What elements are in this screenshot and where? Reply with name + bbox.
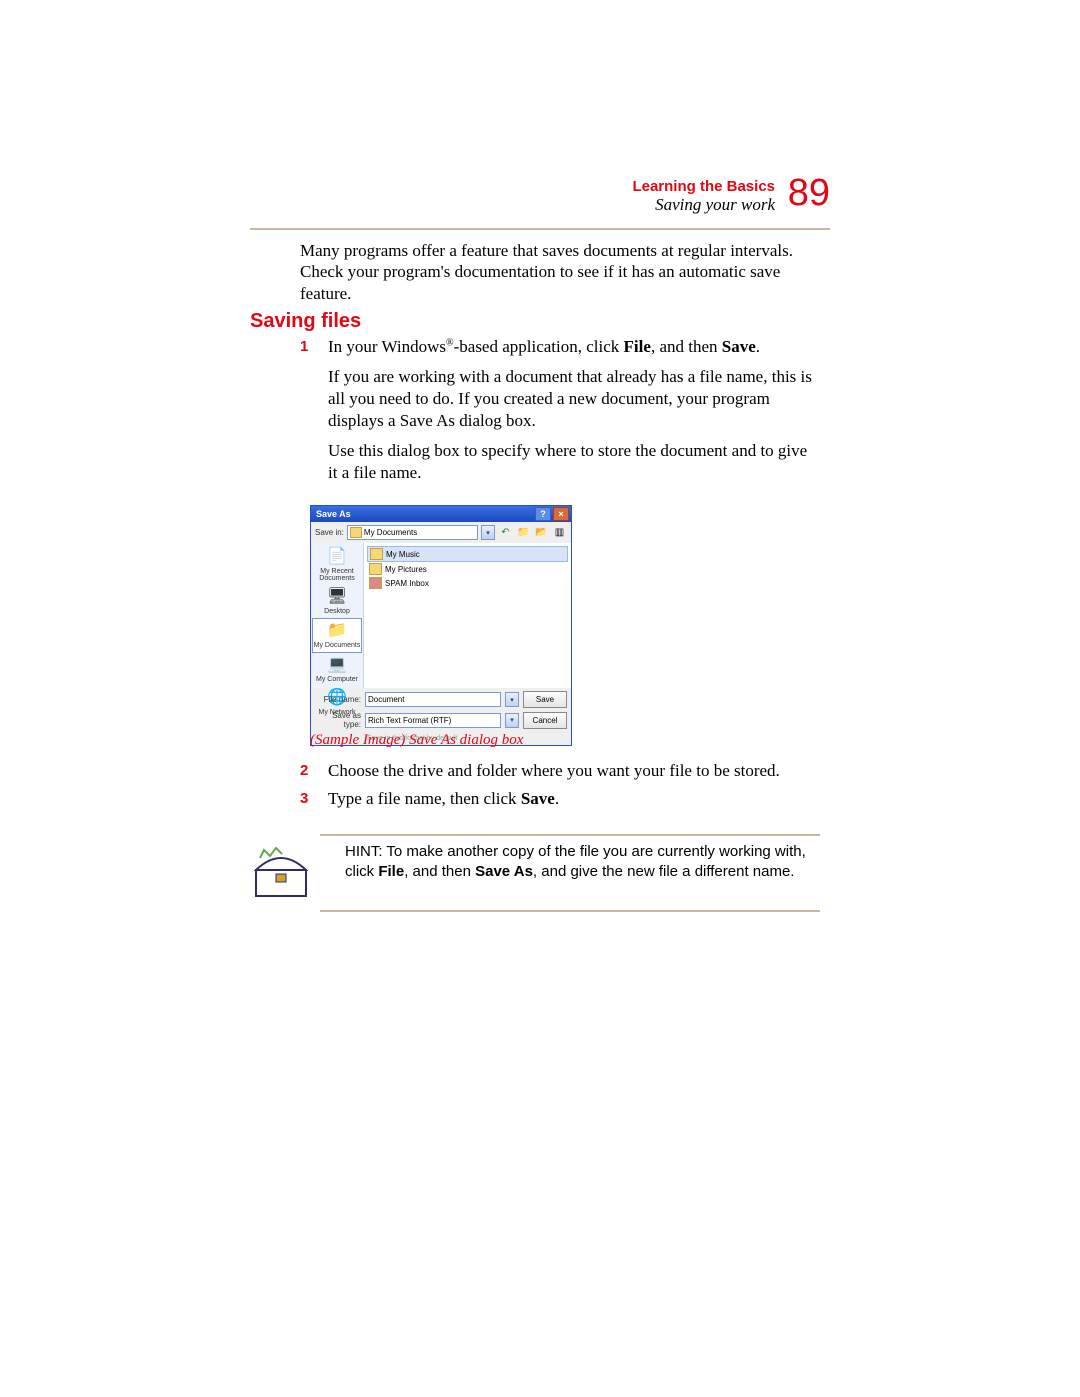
- chapter-title: Learning the Basics: [632, 178, 775, 195]
- place-label: Desktop: [324, 608, 350, 615]
- filename-input[interactable]: Document: [365, 692, 501, 707]
- caption-text: Sample Image) Save As dialog box: [315, 732, 523, 748]
- file-name: My Music: [386, 550, 420, 559]
- place-mycomputer[interactable]: 💻 My Computer: [313, 653, 361, 686]
- folder-icon: [350, 527, 362, 538]
- file-name: My Pictures: [385, 565, 427, 574]
- file-name: SPAM Inbox: [385, 579, 429, 588]
- saveastype-value: Rich Text Format (RTF): [368, 716, 451, 725]
- folder-icon: [369, 563, 382, 575]
- step-2: 2 Choose the drive and folder where you …: [300, 760, 820, 782]
- text: , and then: [651, 337, 722, 356]
- step-list-upper: 1 In your Windows®-based application, cl…: [300, 336, 820, 499]
- chevron-down-icon[interactable]: ▾: [481, 525, 495, 540]
- figure-caption: (Sample Image) Save As dialog box: [310, 732, 523, 749]
- cancel-button[interactable]: Cancel: [523, 712, 567, 729]
- page-number: 89: [788, 172, 830, 215]
- save-label: Save: [722, 337, 756, 356]
- step-1: 1 In your Windows®-based application, cl…: [300, 336, 820, 493]
- dialog-toolbar: Save in: My Documents ▾ ↶ 📁 📂 ▥: [311, 522, 571, 543]
- desktop-icon: 🖥: [326, 588, 348, 606]
- hint-divider-bottom: [320, 910, 820, 912]
- step-number: 3: [300, 788, 328, 810]
- places-bar: 📄 My Recent Documents 🖥 Desktop 📁 My Doc…: [311, 543, 364, 688]
- hint-treasure-icon: [250, 840, 312, 902]
- dialog-body: 📄 My Recent Documents 🖥 Desktop 📁 My Doc…: [311, 543, 571, 688]
- registered-symbol: ®: [446, 337, 454, 348]
- step-number: 1: [300, 336, 328, 493]
- up-one-level-icon[interactable]: 📁: [516, 525, 531, 540]
- hint-text: HINT: To make another copy of the file y…: [345, 842, 810, 881]
- list-item[interactable]: My Pictures: [367, 562, 568, 576]
- intro-paragraph: Many programs offer a feature that saves…: [300, 240, 820, 304]
- folder-icon: [370, 548, 383, 560]
- step-number: 2: [300, 760, 328, 782]
- step-body: In your Windows®-based application, clic…: [328, 336, 820, 493]
- step-body: Type a file name, then click Save.: [328, 788, 559, 810]
- list-item[interactable]: My Music: [367, 546, 568, 562]
- step-3: 3 Type a file name, then click Save.: [300, 788, 820, 810]
- save-button[interactable]: Save: [523, 691, 567, 708]
- text: , and give the new file a different name…: [533, 863, 795, 880]
- filename-label: File name:: [315, 695, 361, 704]
- back-icon[interactable]: ↶: [498, 525, 513, 540]
- place-desktop[interactable]: 🖥 Desktop: [313, 585, 361, 618]
- text: , and then: [404, 863, 475, 880]
- text: .: [555, 789, 559, 808]
- place-label: My Recent Documents: [319, 568, 354, 582]
- file-menu-label: File: [624, 337, 651, 356]
- file-menu-label: File: [378, 863, 404, 880]
- my-computer-icon: 💻: [326, 656, 348, 674]
- saveastype-label: Save as type:: [315, 711, 361, 729]
- save-label: Save: [521, 789, 555, 808]
- section-heading: Saving files: [250, 310, 361, 333]
- close-icon[interactable]: ×: [553, 507, 569, 521]
- step-1-p3: Use this dialog box to specify where to …: [328, 440, 820, 484]
- text: .: [756, 337, 760, 356]
- views-icon[interactable]: ▥: [552, 525, 567, 540]
- save-as-dialog-image: Save As ? × Save in: My Documents ▾ ↶ 📁 …: [310, 505, 572, 746]
- savein-value: My Documents: [364, 528, 417, 537]
- text: In your Windows: [328, 337, 446, 356]
- place-label: My Computer: [316, 676, 358, 683]
- header-divider: [250, 228, 830, 230]
- place-mydocuments[interactable]: 📁 My Documents: [312, 618, 362, 653]
- place-label: My Documents: [314, 642, 361, 649]
- saveastype-select[interactable]: Rich Text Format (RTF): [365, 713, 501, 728]
- step-body: Choose the drive and folder where you wa…: [328, 760, 780, 782]
- section-subtitle: Saving your work: [632, 195, 775, 215]
- chevron-down-icon[interactable]: ▾: [505, 713, 519, 728]
- document-page: Learning the Basics Saving your work 89 …: [0, 0, 1080, 1397]
- file-list[interactable]: My Music My Pictures SPAM Inbox: [364, 543, 571, 688]
- dialog-titlebar: Save As ? ×: [311, 506, 571, 522]
- step-1-p2: If you are working with a document that …: [328, 366, 820, 432]
- hint-divider-top: [320, 834, 820, 836]
- my-documents-icon: 📁: [326, 622, 348, 640]
- save-as-dialog: Save As ? × Save in: My Documents ▾ ↶ 📁 …: [310, 505, 572, 746]
- page-header: Learning the Basics Saving your work: [632, 178, 775, 215]
- new-folder-icon[interactable]: 📂: [534, 525, 549, 540]
- step-list-lower: 2 Choose the drive and folder where you …: [300, 760, 820, 816]
- dialog-title: Save As: [313, 509, 533, 519]
- dialog-footer: File name: Document ▾ Save Save as type:…: [311, 688, 571, 735]
- saveas-label: Save As: [475, 863, 533, 880]
- savein-combo[interactable]: My Documents: [347, 525, 478, 540]
- place-recent[interactable]: 📄 My Recent Documents: [313, 545, 361, 585]
- help-icon[interactable]: ?: [535, 507, 551, 521]
- folder-icon: [369, 577, 382, 589]
- savein-label: Save in:: [315, 528, 344, 537]
- list-item[interactable]: SPAM Inbox: [367, 576, 568, 590]
- chevron-down-icon[interactable]: ▾: [505, 692, 519, 707]
- text: -based application, click: [454, 337, 624, 356]
- filename-value: Document: [368, 695, 404, 704]
- recent-documents-icon: 📄: [326, 548, 348, 566]
- text: Type a file name, then click: [328, 789, 521, 808]
